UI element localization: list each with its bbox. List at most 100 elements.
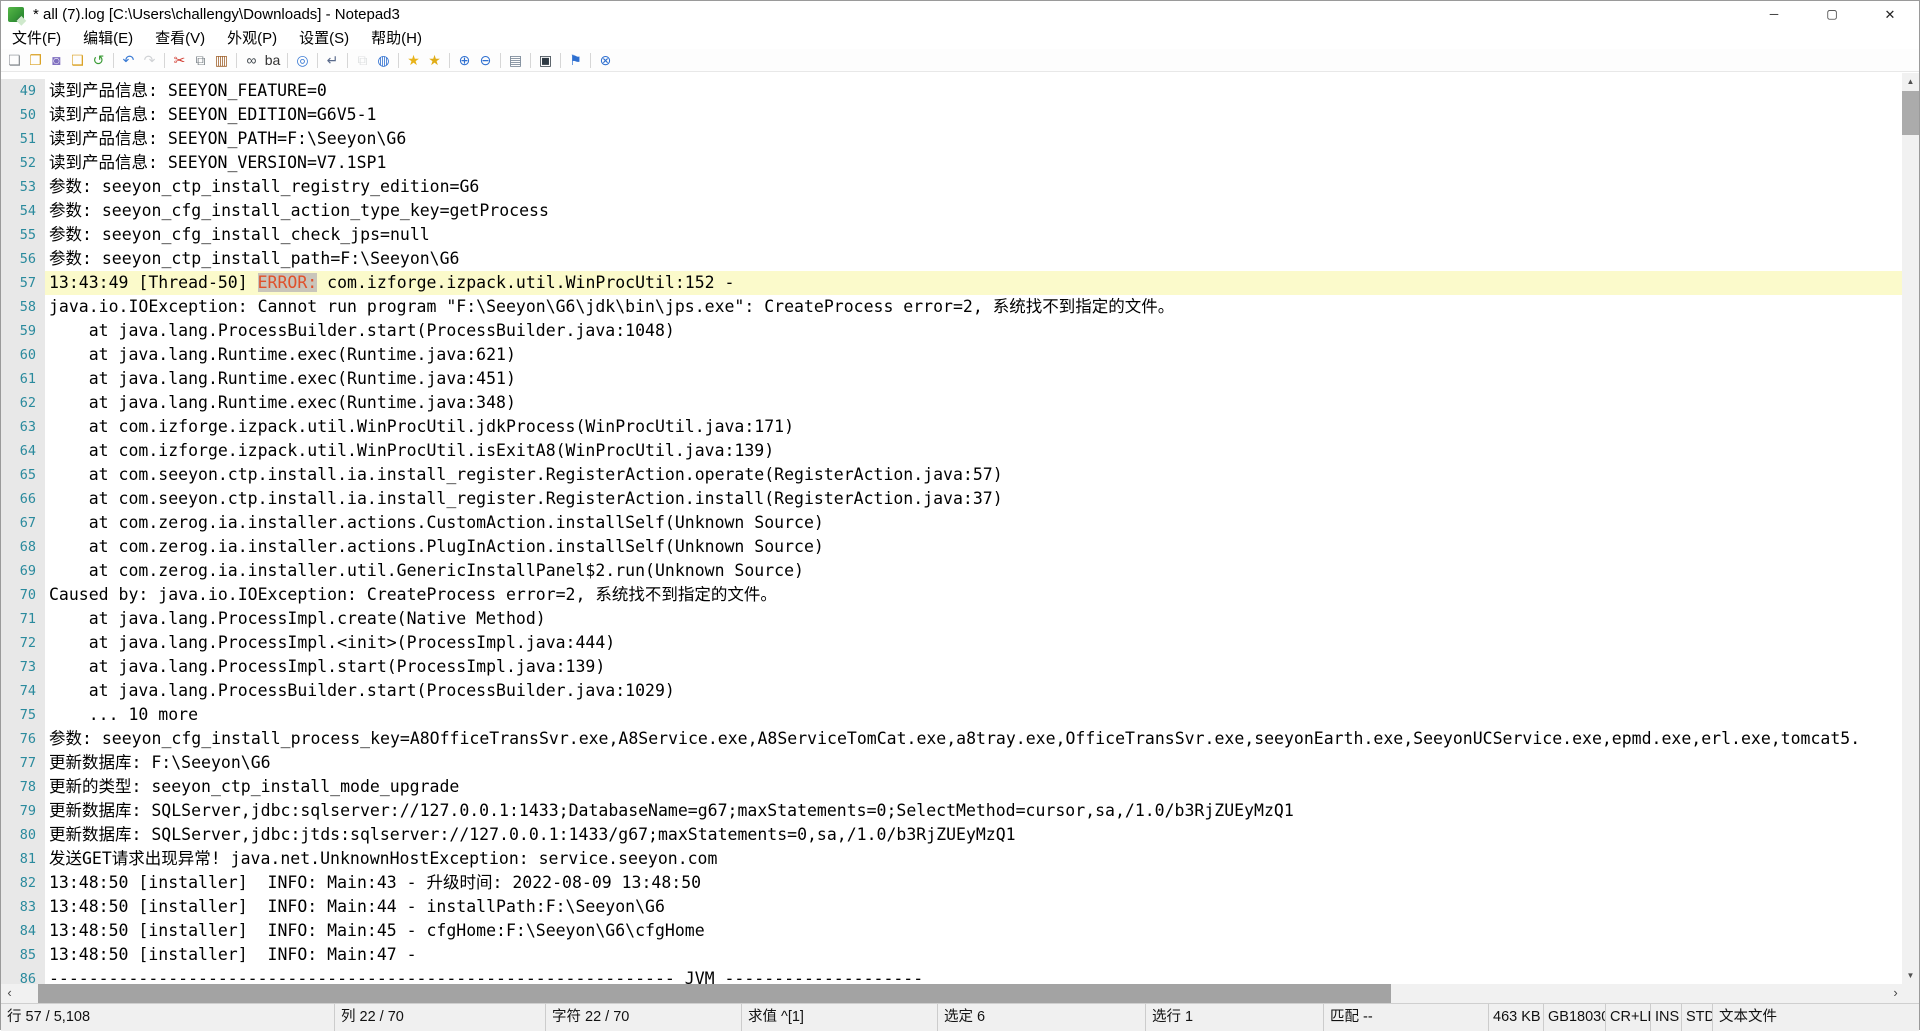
line-text[interactable]: 更新数据库: F:\Seeyon\G6: [45, 751, 1904, 775]
status-insert-mode[interactable]: INS: [1651, 1004, 1682, 1031]
line-text[interactable]: 13:48:50 [installer] INFO: Main:45 - cfg…: [45, 919, 1904, 943]
copy-icon[interactable]: ⧉: [191, 50, 210, 70]
maximize-button[interactable]: ▢: [1803, 1, 1861, 28]
line-number[interactable]: 55: [1, 223, 45, 247]
line-number[interactable]: 61: [1, 367, 45, 391]
replace-icon[interactable]: ba: [263, 50, 282, 70]
line-number[interactable]: 51: [1, 127, 45, 151]
line-text[interactable]: java.io.IOException: Cannot run program …: [45, 295, 1904, 319]
line-text[interactable]: at java.lang.ProcessBuilder.start(Proces…: [45, 319, 1904, 343]
line-text[interactable]: at java.lang.Runtime.exec(Runtime.java:4…: [45, 367, 1904, 391]
line-text[interactable]: at java.lang.Runtime.exec(Runtime.java:3…: [45, 391, 1904, 415]
line-text[interactable]: 13:48:50 [installer] INFO: Main:44 - ins…: [45, 895, 1904, 919]
close-button[interactable]: ✕: [1861, 1, 1919, 28]
status-eol-mode[interactable]: CR+LF: [1606, 1004, 1651, 1031]
status-file-type[interactable]: 文本文件: [1713, 1004, 1919, 1031]
line-text[interactable]: Caused by: java.io.IOException: CreatePr…: [45, 583, 1904, 607]
scroll-down-arrow-icon[interactable]: ▼: [1902, 967, 1919, 984]
menu-item-view[interactable]: 查看(V): [144, 28, 216, 49]
line-number[interactable]: 62: [1, 391, 45, 415]
line-number[interactable]: 54: [1, 199, 45, 223]
line-text[interactable]: at java.lang.ProcessImpl.start(ProcessIm…: [45, 655, 1904, 679]
status-line[interactable]: 行 57 / 5,108: [1, 1004, 335, 1031]
line-text[interactable]: 13:48:50 [installer] INFO: Main:43 - 升级时…: [45, 871, 1904, 895]
line-text[interactable]: at com.izforge.izpack.util.WinProcUtil.j…: [45, 415, 1904, 439]
line-number[interactable]: 79: [1, 799, 45, 823]
line-number[interactable]: 83: [1, 895, 45, 919]
line-text[interactable]: 参数: seeyon_cfg_install_process_key=A8Off…: [45, 727, 1904, 751]
line-number[interactable]: 57: [1, 271, 45, 295]
redo-icon[interactable]: ↷: [140, 50, 159, 70]
word-wrap-icon[interactable]: ↵: [323, 50, 342, 70]
line-number[interactable]: 80: [1, 823, 45, 847]
status-character[interactable]: 字符 22 / 70: [546, 1004, 742, 1031]
line-number[interactable]: 59: [1, 319, 45, 343]
line-text[interactable]: at java.lang.ProcessImpl.create(Native M…: [45, 607, 1904, 631]
line-number[interactable]: 63: [1, 415, 45, 439]
line-number[interactable]: 66: [1, 487, 45, 511]
line-number[interactable]: 65: [1, 463, 45, 487]
line-number[interactable]: 86: [1, 967, 45, 984]
line-number[interactable]: 49: [1, 79, 45, 103]
line-number[interactable]: 76: [1, 727, 45, 751]
line-number[interactable]: 71: [1, 607, 45, 631]
app-icon[interactable]: [8, 7, 24, 22]
line-number[interactable]: 70: [1, 583, 45, 607]
new-file-icon[interactable]: ❏: [5, 50, 24, 70]
line-text[interactable]: at com.zerog.ia.installer.actions.Custom…: [45, 511, 1904, 535]
line-number[interactable]: 73: [1, 655, 45, 679]
status-std-mode[interactable]: STD: [1682, 1004, 1713, 1031]
line-text[interactable]: 读到产品信息: SEEYON_VERSION=V7.1SP1: [45, 151, 1904, 175]
console-icon[interactable]: ▣: [536, 50, 555, 70]
line-text[interactable]: 参数: seeyon_cfg_install_check_jps=null: [45, 223, 1904, 247]
line-text[interactable]: 更新数据库: SQLServer,jdbc:jtds:sqlserver://1…: [45, 823, 1904, 847]
line-number[interactable]: 68: [1, 535, 45, 559]
status-selected-chars[interactable]: 选定 6: [938, 1004, 1146, 1031]
line-text[interactable]: at java.lang.ProcessImpl.<init>(ProcessI…: [45, 631, 1904, 655]
line-number[interactable]: 72: [1, 631, 45, 655]
zoom-in-icon[interactable]: ⊕: [455, 50, 474, 70]
horizontal-scroll-thumb[interactable]: [38, 984, 1391, 1003]
line-text[interactable]: 更新数据库: SQLServer,jdbc:sqlserver://127.0.…: [45, 799, 1904, 823]
save-file-icon[interactable]: ◙: [47, 50, 66, 70]
status-column[interactable]: 列 22 / 70: [335, 1004, 546, 1031]
menu-item-help[interactable]: 帮助(H): [360, 28, 433, 49]
open-file-icon[interactable]: ❐: [26, 50, 45, 70]
line-number[interactable]: 69: [1, 559, 45, 583]
status-matches[interactable]: 匹配 --: [1324, 1004, 1489, 1031]
line-number[interactable]: 52: [1, 151, 45, 175]
line-text[interactable]: ... 10 more: [45, 703, 1904, 727]
line-text[interactable]: ----------------------------------------…: [45, 967, 1904, 984]
line-text[interactable]: 13:43:49 [Thread-50] ERROR: com.izforge.…: [45, 271, 1904, 295]
menu-item-appearance[interactable]: 外观(P): [216, 28, 288, 49]
line-text[interactable]: at java.lang.ProcessBuilder.start(Proces…: [45, 679, 1904, 703]
status-eval[interactable]: 求值 ^[1]: [742, 1004, 938, 1031]
zoom-out-icon[interactable]: ⊖: [476, 50, 495, 70]
status-file-size[interactable]: 463 KB: [1489, 1004, 1544, 1031]
menu-item-edit[interactable]: 编辑(E): [72, 28, 144, 49]
exit-icon[interactable]: ⊗: [596, 50, 615, 70]
paste-icon[interactable]: ▥: [212, 50, 231, 70]
line-number[interactable]: 74: [1, 679, 45, 703]
zoom-view-icon[interactable]: ◎: [293, 50, 312, 70]
minimize-button[interactable]: ─: [1745, 1, 1803, 28]
menu-item-file[interactable]: 文件(F): [1, 28, 72, 49]
line-text[interactable]: 参数: seeyon_ctp_install_registry_edition=…: [45, 175, 1904, 199]
line-text[interactable]: 参数: seeyon_ctp_install_path=F:\Seeyon\G6: [45, 247, 1904, 271]
line-number[interactable]: 56: [1, 247, 45, 271]
line-text[interactable]: at com.zerog.ia.installer.util.GenericIn…: [45, 559, 1904, 583]
line-text[interactable]: at com.seeyon.ctp.install.ia.install_reg…: [45, 463, 1904, 487]
line-text[interactable]: 参数: seeyon_cfg_install_action_type_key=g…: [45, 199, 1904, 223]
line-text[interactable]: at com.izforge.izpack.util.WinProcUtil.i…: [45, 439, 1904, 463]
encoding-icon[interactable]: ◍: [374, 50, 393, 70]
line-number[interactable]: 81: [1, 847, 45, 871]
undo-icon[interactable]: ↶: [119, 50, 138, 70]
status-selected-lines[interactable]: 选行 1: [1146, 1004, 1324, 1031]
menu-item-settings[interactable]: 设置(S): [288, 28, 360, 49]
line-number[interactable]: 53: [1, 175, 45, 199]
line-number[interactable]: 77: [1, 751, 45, 775]
scroll-up-arrow-icon[interactable]: ▲: [1902, 73, 1919, 90]
line-number[interactable]: 67: [1, 511, 45, 535]
line-text[interactable]: at com.seeyon.ctp.install.ia.install_reg…: [45, 487, 1904, 511]
save-as-icon[interactable]: ❑: [68, 50, 87, 70]
